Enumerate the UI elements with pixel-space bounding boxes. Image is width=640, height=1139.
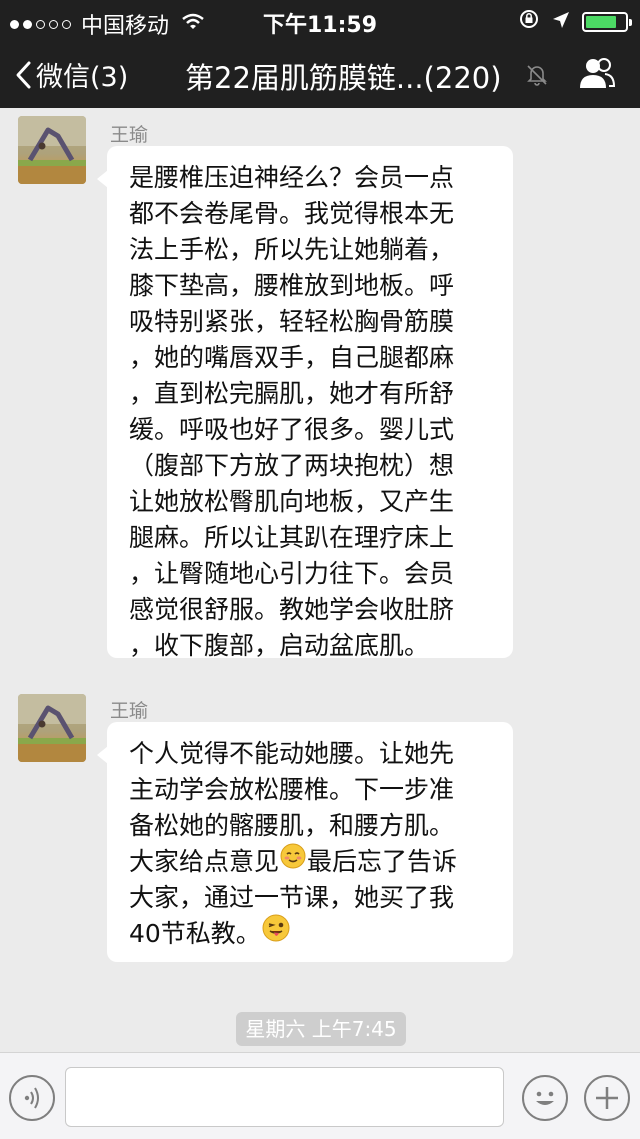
avatar[interactable] [18, 694, 86, 762]
message-line: 备松她的髂腰肌，和腰方肌。 [129, 811, 455, 840]
message-text: 40节私教。 [129, 919, 261, 948]
message-text: 大家给点意见 [129, 847, 280, 876]
back-button[interactable]: 微信(3) [14, 55, 128, 94]
back-label: 微信(3) [36, 62, 129, 93]
sender-name: 王瑜 [110, 700, 149, 722]
contacts-icon[interactable] [578, 56, 616, 94]
timestamp-chip: 星期六 上午7:45 [236, 1012, 406, 1046]
message-line: 个人觉得不能动她腰。让她先 [129, 739, 455, 768]
message-line: ，直到松完膈肌，她才有所舒 [129, 379, 455, 408]
message-input[interactable] [65, 1067, 504, 1127]
message-line: 吸特别紧张，轻轻松胸骨筋膜 [129, 307, 455, 336]
mute-bell-icon [527, 64, 547, 90]
message-line: 主动学会放松腰椎。下一步准 [129, 775, 455, 804]
message-line: 是腰椎压迫神经么？会员一点 [129, 163, 455, 192]
message-line: 腿麻。所以让其趴在理疗床上 [129, 523, 455, 552]
blushing-smile-emoji [280, 843, 306, 879]
battery-icon [582, 12, 632, 32]
voice-button[interactable] [9, 1075, 55, 1121]
message-line: 膝下垫高，腰椎放到地板。呼 [129, 271, 455, 300]
message-line: 大家，通过一节课，她买了我 [129, 883, 455, 912]
chat-title: 第22届肌筋膜链...(220) [185, 61, 502, 95]
message-line: 法上手松，所以先让她躺着， [129, 235, 455, 264]
chat-header: 微信(3) 第22届肌筋膜链...(220) [0, 40, 640, 108]
message-line: 大家给点意见 最后忘了告诉 [129, 843, 493, 880]
chevron-left-icon [16, 61, 31, 88]
sender-name: 王瑜 [110, 124, 149, 146]
voice-icon [24, 1087, 39, 1109]
avatar[interactable] [18, 116, 86, 184]
message-line: 都不会卷尾骨。我觉得根本无 [129, 199, 455, 228]
message-line: ，让臀随地心引力往下。会员 [129, 559, 455, 588]
message-line: 缓。呼吸也好了很多。婴儿式 [129, 415, 455, 444]
emoji-icon [536, 1091, 554, 1105]
message-line: 感觉很舒服。教她学会收肚脐 [129, 595, 455, 624]
input-bar [0, 1052, 640, 1139]
battery-level [586, 16, 617, 28]
location-arrow-icon [552, 10, 570, 35]
message-line: ，她的嘴唇双手，自己腿都麻 [129, 343, 455, 372]
message-bubble[interactable]: 个人觉得不能动她腰。让她先 主动学会放松腰椎。下一步准 备松她的髂腰肌，和腰方肌… [97, 722, 513, 962]
message-line: （腹部下方放了两块抱枕）想 [129, 451, 455, 480]
emoji-button[interactable] [522, 1075, 568, 1121]
message-bubble[interactable]: 是腰椎压迫神经么？会员一点 都不会卷尾骨。我觉得根本无 法上手松，所以先让她躺着… [97, 146, 513, 660]
message-line: ，收下腹部，启动盆底肌。 [129, 631, 430, 660]
rotation-lock-icon [518, 8, 540, 36]
more-button[interactable] [584, 1075, 630, 1121]
message-text: 最后忘了告诉 [307, 847, 458, 876]
plus-icon [596, 1087, 618, 1109]
status-bar: 中国移动 下午11:59 [0, 0, 640, 40]
message-line: 让她放松臀肌向地板，又产生 [129, 487, 455, 516]
message-line: 40节私教。 [129, 914, 493, 952]
winking-tongue-emoji [262, 914, 290, 952]
